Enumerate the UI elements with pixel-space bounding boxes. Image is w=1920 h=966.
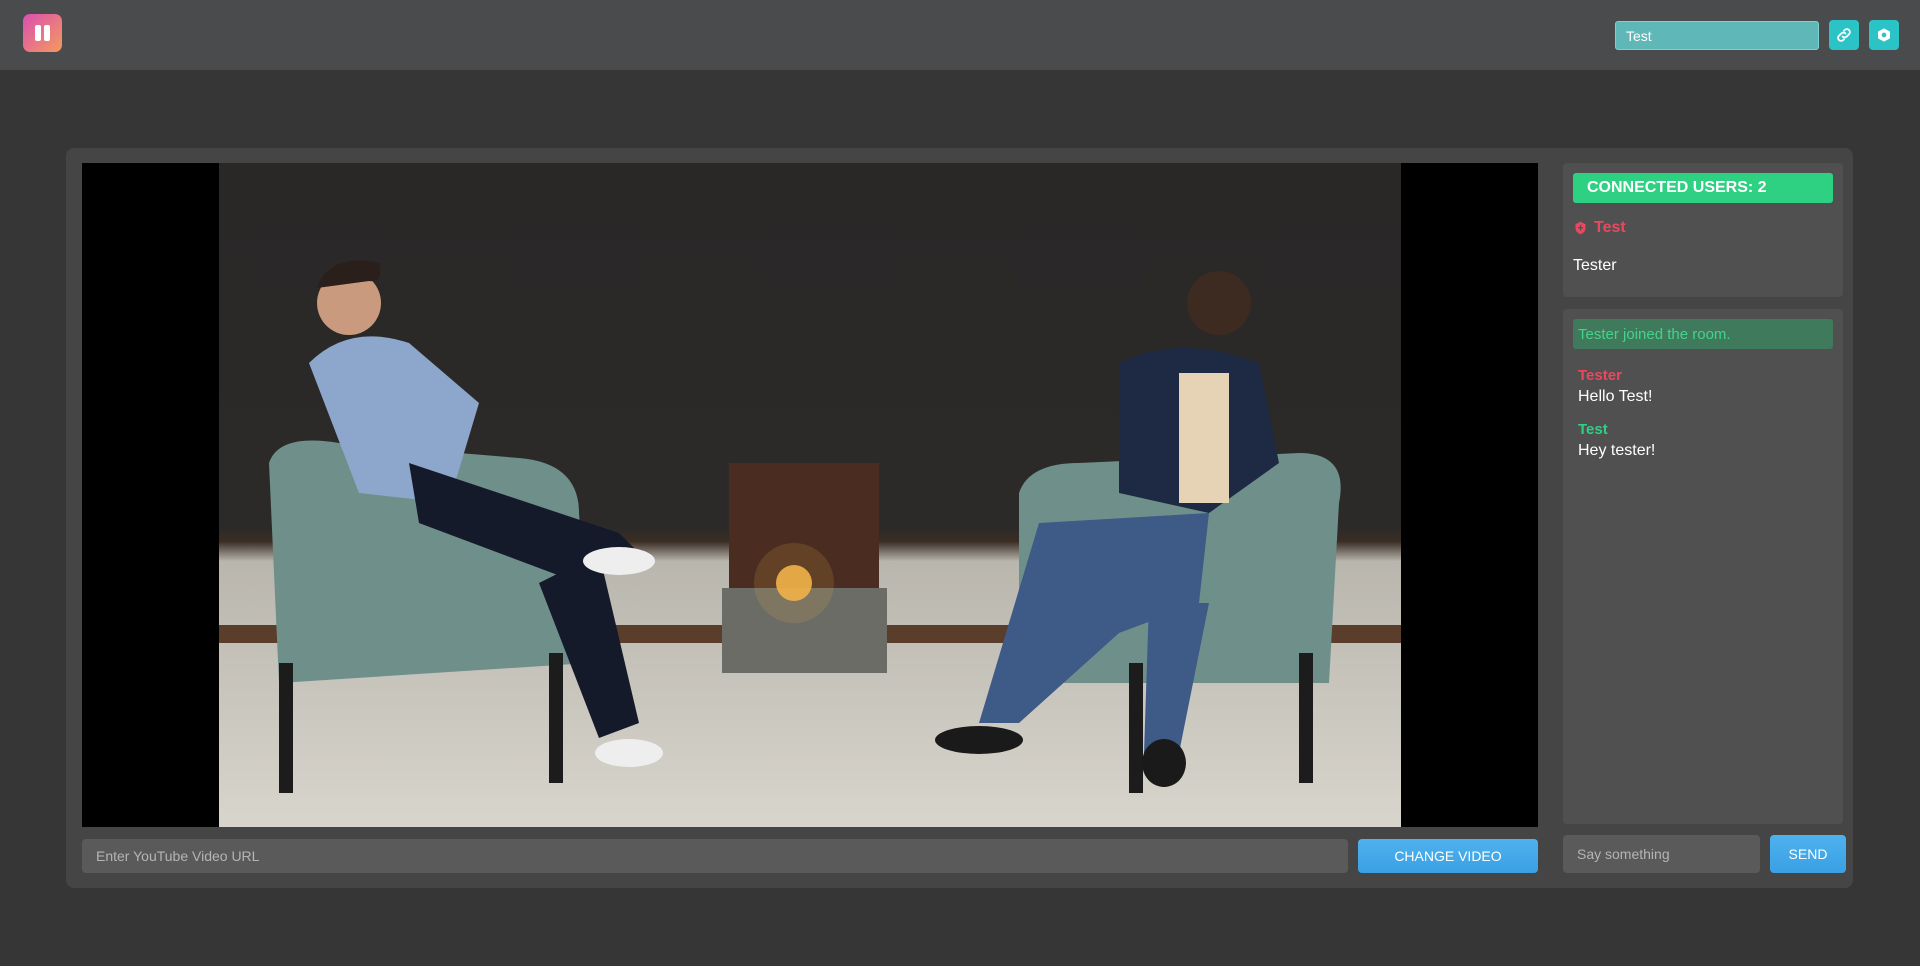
video-frame — [219, 163, 1401, 827]
video-scene-image — [219, 260, 1401, 793]
shield-icon — [1575, 221, 1586, 235]
change-video-button[interactable]: CHANGE VIDEO — [1358, 839, 1538, 873]
chat-text: Hello Test! — [1578, 388, 1653, 405]
chat-text: Hey tester! — [1578, 442, 1656, 459]
chat-author: Tester — [1578, 367, 1622, 384]
chat-message: Test Hey tester! — [1578, 421, 1655, 460]
user-list-item: Tester — [1573, 257, 1617, 274]
link-button[interactable] — [1829, 20, 1859, 50]
chat-message: Tester Hello Test! — [1578, 367, 1652, 406]
username-input[interactable] — [1615, 21, 1819, 50]
user-list-item-host: Test — [1573, 219, 1626, 237]
video-url-input[interactable] — [82, 839, 1348, 873]
user-name: Test — [1594, 219, 1626, 236]
link-icon — [1837, 28, 1851, 42]
video-player[interactable] — [82, 163, 1538, 827]
chat-input[interactable] — [1563, 835, 1760, 873]
system-message: Tester joined the room. — [1573, 319, 1833, 349]
connected-users-count: CONNECTED USERS: 2 — [1573, 173, 1833, 203]
top-bar — [0, 0, 1920, 70]
chat-panel: Tester joined the room. Tester Hello Tes… — [1563, 309, 1843, 824]
chat-author: Test — [1578, 421, 1608, 438]
connected-users-panel: CONNECTED USERS: 2 Test Tester — [1563, 163, 1843, 297]
settings-button[interactable] — [1869, 20, 1899, 50]
send-button[interactable]: SEND — [1770, 835, 1846, 873]
pause-logo-icon[interactable] — [23, 14, 62, 52]
settings-hexagon-icon — [1878, 28, 1890, 42]
